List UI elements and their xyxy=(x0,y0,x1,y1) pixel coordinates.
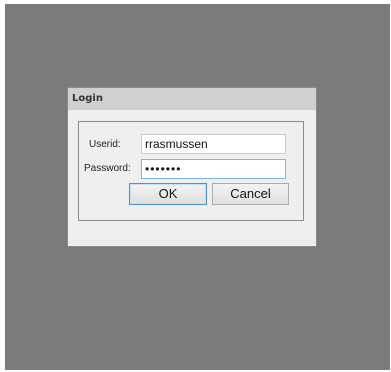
userid-label: Userid: xyxy=(89,139,121,150)
login-form-frame: Userid: rrasmussen Password: ••••••• OK … xyxy=(78,121,304,221)
password-input[interactable]: ••••••• xyxy=(141,159,286,179)
desktop-background: Login Userid: rrasmussen Password: •••••… xyxy=(5,4,390,370)
cancel-button[interactable]: Cancel xyxy=(212,183,289,205)
userid-input[interactable]: rrasmussen xyxy=(141,134,286,154)
password-label: Password: xyxy=(84,163,131,174)
ok-button[interactable]: OK xyxy=(129,183,207,205)
dialog-title: Login xyxy=(68,88,316,110)
login-dialog: Login Userid: rrasmussen Password: •••••… xyxy=(68,88,316,246)
